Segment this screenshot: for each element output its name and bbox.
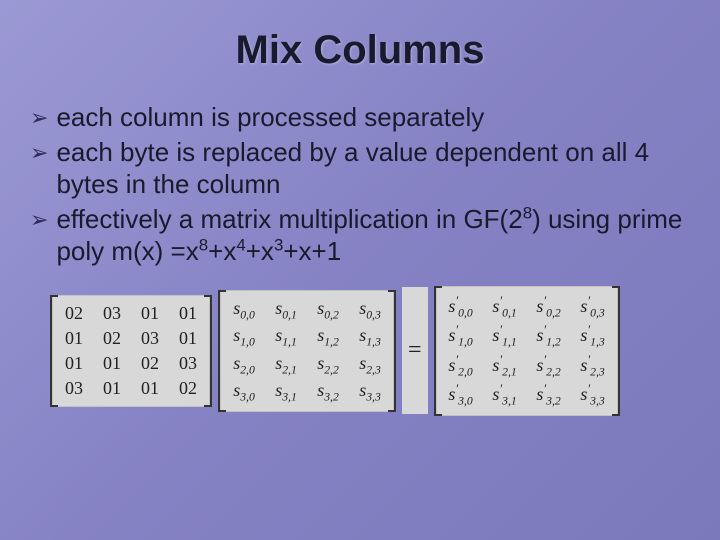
matrix-cell: s′3,2	[534, 382, 564, 408]
matrix-cell: 01	[100, 353, 124, 374]
matrix-cell: s3,0	[230, 380, 258, 404]
matrix-cell: s0,0	[230, 298, 258, 322]
slide-title: Mix Columns	[0, 0, 720, 101]
matrix-cell: 01	[176, 303, 200, 324]
bullet-text: each byte is replaced by a value depende…	[56, 136, 690, 201]
bullet-text: each column is processed separately	[56, 101, 690, 134]
matrix-cell: s0,3	[356, 298, 384, 322]
matrix-cell: s1,0	[230, 325, 258, 349]
bullet-marker-icon: ➢	[30, 203, 48, 234]
bullet-item: ➢ each column is processed separately	[30, 101, 690, 134]
matrix-cell: 01	[138, 303, 162, 324]
matrix-cell: s′0,1	[490, 294, 520, 320]
matrix-coefficients: 02 03 01 01 01 02 03 01 01 01 02 03 03 01 01 02	[50, 295, 212, 407]
matrix-cell: s0,2	[314, 298, 342, 322]
matrix-cell: 01	[100, 378, 124, 399]
matrix-cell: s′2,2	[534, 353, 564, 379]
matrix-cell: s′1,2	[534, 323, 564, 349]
matrix-cell: 02	[62, 303, 86, 324]
matrix-result: s′0,0 s′0,1 s′0,2 s′0,3 s′1,0 s′1,1 s′1,2 s′1,3…	[434, 286, 620, 416]
matrix-cell: s2,0	[230, 353, 258, 377]
matrix-cell: 03	[138, 328, 162, 349]
matrix-cell: 01	[138, 378, 162, 399]
matrix-cell: s2,2	[314, 353, 342, 377]
matrix-cell: s′2,3	[578, 353, 608, 379]
matrix-cell: s′3,0	[446, 382, 476, 408]
matrix-cell: s2,1	[272, 353, 300, 377]
matrix-cell: 02	[138, 353, 162, 374]
matrix-cell: 01	[62, 328, 86, 349]
bullet-item: ➢ effectively a matrix multiplication in…	[30, 203, 690, 268]
matrix-state: s0,0 s0,1 s0,2 s0,3 s1,0 s1,1 s1,2 s1,3 s2,0 s2,1…	[218, 290, 396, 412]
matrix-cell: s′2,0	[446, 353, 476, 379]
matrix-cell: 01	[176, 328, 200, 349]
matrix-cell: 03	[62, 378, 86, 399]
matrix-cell: s′1,3	[578, 323, 608, 349]
matrix-cell: s2,3	[356, 353, 384, 377]
matrix-cell: s′3,3	[578, 382, 608, 408]
matrix-cell: 03	[176, 353, 200, 374]
matrix-cell: s0,1	[272, 298, 300, 322]
bullet-marker-icon: ➢	[30, 136, 48, 167]
matrix-cell: s3,2	[314, 380, 342, 404]
matrix-cell: 02	[176, 378, 200, 399]
matrix-cell: s′0,2	[534, 294, 564, 320]
matrix-cell: s′0,0	[446, 294, 476, 320]
matrix-cell: s1,1	[272, 325, 300, 349]
bullet-marker-icon: ➢	[30, 101, 48, 132]
matrix-equation: 02030101010203010101020303010102 s0,0s0,…	[0, 286, 720, 416]
matrix-cell: s′2,1	[490, 353, 520, 379]
bullet-text: effectively a matrix multiplication in G…	[56, 203, 690, 268]
matrix-cell: s′3,1	[490, 382, 520, 408]
matrix-cell: s3,3	[356, 380, 384, 404]
matrix-cell: 01	[62, 353, 86, 374]
matrix-cell: s′0,3	[578, 294, 608, 320]
matrix-cell: s1,3	[356, 325, 384, 349]
matrix-cell: s′1,1	[490, 323, 520, 349]
bullet-list: ➢ each column is processed separately ➢ …	[0, 101, 720, 268]
bullet-item: ➢ each byte is replaced by a value depen…	[30, 136, 690, 201]
matrix-cell: 03	[100, 303, 124, 324]
matrix-cell: 02	[100, 328, 124, 349]
matrix-cell: s1,2	[314, 325, 342, 349]
matrix-cell: s′1,0	[446, 323, 476, 349]
matrix-cell: s3,1	[272, 380, 300, 404]
equals-sign: =	[402, 287, 428, 414]
